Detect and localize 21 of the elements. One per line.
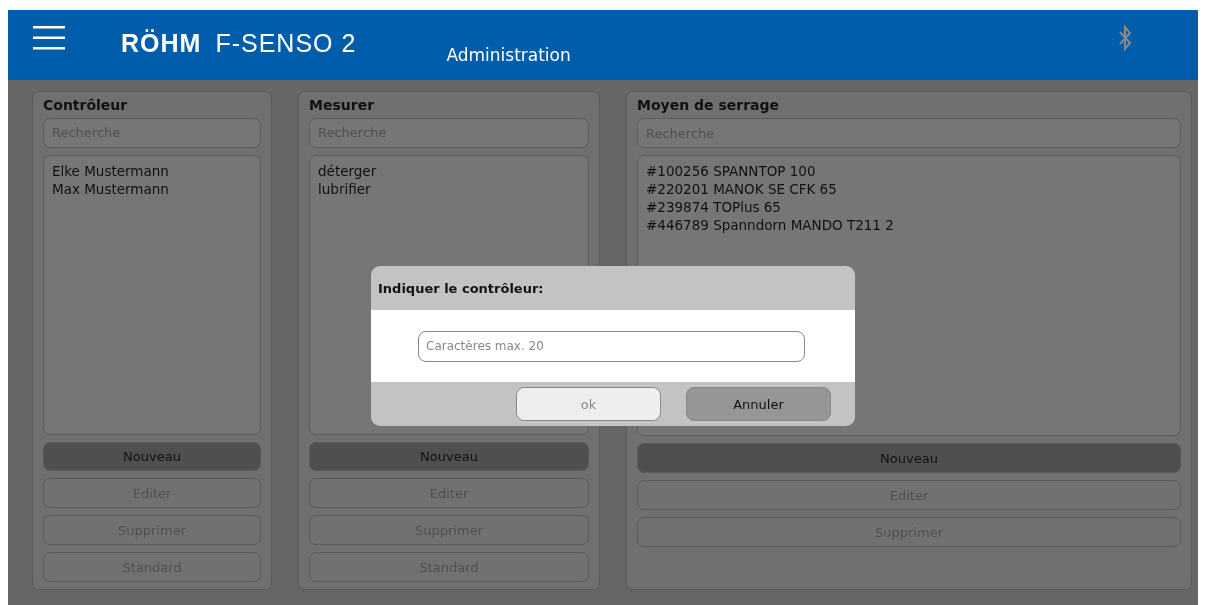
list-item[interactable]: #239874 TOPlus 65 <box>646 198 1172 216</box>
list-item[interactable]: déterger <box>318 161 580 180</box>
text-field[interactable]: Caractères max. 20 <box>418 330 805 362</box>
panel-title: Contrôleur <box>43 97 129 115</box>
product-name: F-SENSO 2 <box>215 28 357 58</box>
list-item[interactable]: lubrifier <box>318 179 580 198</box>
list-item[interactable]: #220201 MANOK SE CFK 65 <box>646 180 1172 198</box>
list-item[interactable]: Elke Mustermann <box>52 161 252 180</box>
dialog-title: Indiquer le contrôleur: <box>378 280 544 296</box>
action-button[interactable]: Nouveau <box>637 443 1181 473</box>
action-button[interactable]: Nouveau <box>309 441 589 472</box>
list-item[interactable]: #446789 Spanndorn MANDO T211 2 <box>646 216 1172 234</box>
logo: RÖHM <box>121 28 202 58</box>
menu-icon[interactable] <box>33 25 65 51</box>
list-item[interactable]: #100256 SPANNTOP 100 <box>646 162 1172 180</box>
panel-title: Mesurer <box>309 97 376 115</box>
dialog-button[interactable]: Annuler <box>686 387 831 421</box>
list-item[interactable]: Max Mustermann <box>52 179 252 198</box>
panel-title: Moyen de serrage <box>637 97 780 115</box>
action-button[interactable]: Nouveau <box>43 441 261 472</box>
page-title: Administration <box>446 45 571 65</box>
